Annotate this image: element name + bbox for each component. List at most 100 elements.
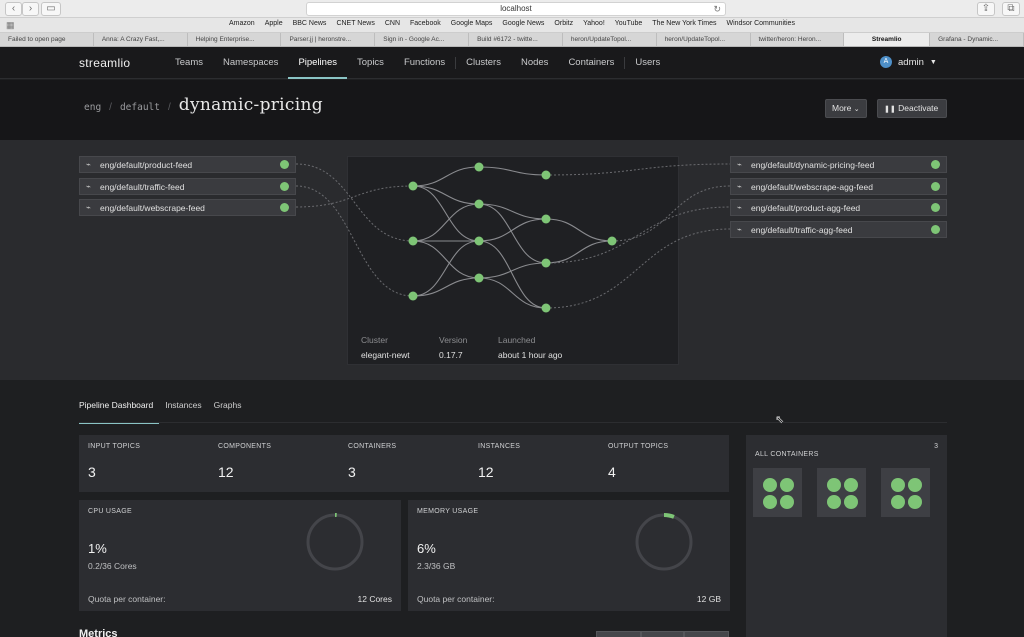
tab-graphs[interactable]: Graphs	[214, 400, 248, 424]
output-edge	[545, 228, 731, 309]
memory-usage-card: MEMORY USAGE 6% 2.3/36 GB Quota per cont…	[408, 500, 730, 611]
graph-edge	[412, 240, 480, 279]
status-dot	[280, 160, 289, 169]
graph-edge	[412, 240, 480, 297]
instance-dot	[780, 478, 794, 492]
graph-edge	[412, 277, 480, 297]
divider	[79, 422, 947, 423]
graph-node[interactable]	[541, 214, 551, 224]
graph-node[interactable]	[408, 181, 418, 191]
metrics-range-button[interactable]	[641, 631, 684, 637]
activity-icon: ⌁	[737, 225, 742, 234]
status-dot	[280, 182, 289, 191]
container-tile[interactable]	[817, 468, 866, 517]
output-edge	[545, 206, 731, 264]
graph-node[interactable]	[541, 170, 551, 180]
stat-value: 3	[88, 464, 96, 480]
tab-pipeline-dashboard[interactable]: Pipeline Dashboard	[79, 400, 160, 424]
status-dot	[931, 160, 940, 169]
graph-node[interactable]	[408, 236, 418, 246]
output-topic[interactable]: ⌁ eng/default/dynamic-pricing-feed	[730, 156, 947, 173]
memory-quota-value: 12 GB	[696, 594, 721, 604]
all-containers-label: ALL CONTAINERS	[755, 451, 819, 458]
memory-usage-gauge	[635, 513, 693, 571]
instance-dot	[908, 478, 922, 492]
input-topic[interactable]: ⌁ eng/default/webscrape-feed	[79, 199, 296, 216]
mouse-cursor-icon: ⇖	[775, 414, 785, 426]
metrics-range-button[interactable]	[684, 631, 729, 637]
input-topic[interactable]: ⌁ eng/default/traffic-feed	[79, 178, 296, 195]
graph-node[interactable]	[474, 162, 484, 172]
gauge-track	[306, 513, 364, 571]
activity-icon: ⌁	[737, 182, 742, 191]
graph-edge	[478, 203, 547, 264]
metrics-range-button[interactable]	[596, 631, 641, 637]
output-topic[interactable]: ⌁ eng/default/traffic-agg-feed	[730, 221, 947, 238]
graph-edge	[545, 218, 613, 242]
graph-node[interactable]	[474, 236, 484, 246]
graph-edge	[478, 166, 547, 176]
input-topic[interactable]: ⌁ eng/default/product-feed	[79, 156, 296, 173]
stat-value: 4	[608, 464, 616, 480]
activity-icon: ⌁	[737, 160, 742, 169]
output-edge	[611, 185, 731, 242]
stat-value: 12	[478, 464, 494, 480]
output-topic[interactable]: ⌁ eng/default/product-agg-feed	[730, 199, 947, 216]
stat-card: INPUT TOPICS 3	[79, 435, 209, 492]
stat-label: INPUT TOPICS	[88, 443, 141, 450]
container-tile[interactable]	[881, 468, 930, 517]
output-edge	[545, 163, 731, 176]
output-topic[interactable]: ⌁ eng/default/webscrape-agg-feed	[730, 178, 947, 195]
cpu-usage-detail: 0.2/36 Cores	[88, 561, 137, 571]
status-dot	[931, 225, 940, 234]
graph-edge	[478, 218, 547, 242]
instance-dot	[908, 495, 922, 509]
input-topic-name: eng/default/traffic-feed	[100, 181, 185, 192]
stat-label: OUTPUT TOPICS	[608, 443, 669, 450]
graph-edge	[478, 277, 547, 309]
stat-card: COMPONENTS 12	[209, 435, 339, 492]
graph-edge	[412, 185, 480, 205]
instance-dot	[763, 478, 777, 492]
graph-edge	[478, 262, 547, 279]
graph-node[interactable]	[474, 273, 484, 283]
graph-node[interactable]	[541, 258, 551, 268]
stat-card: INSTANCES 12	[469, 435, 599, 492]
stat-label: COMPONENTS	[218, 443, 272, 450]
input-topic-name: eng/default/webscrape-feed	[100, 202, 205, 213]
activity-icon: ⌁	[86, 203, 91, 212]
input-edge	[295, 163, 414, 242]
stat-card: OUTPUT TOPICS 4	[599, 435, 729, 492]
status-dot	[280, 203, 289, 212]
status-dot	[931, 203, 940, 212]
cpu-usage-percent: 1%	[88, 541, 107, 556]
tab-instances[interactable]: Instances	[165, 400, 207, 424]
all-containers-card: ALL CONTAINERS 3	[746, 435, 947, 637]
cpu-quota-value: 12 Cores	[357, 594, 393, 604]
graph-node[interactable]	[541, 303, 551, 313]
instance-dot	[844, 478, 858, 492]
gauge-track	[635, 513, 693, 571]
metrics-heading: Metrics	[79, 628, 118, 637]
cpu-usage-card: CPU USAGE 1% 0.2/36 Cores Quota per cont…	[79, 500, 401, 611]
stat-label: INSTANCES	[478, 443, 521, 450]
activity-icon: ⌁	[86, 182, 91, 191]
container-tile[interactable]	[753, 468, 802, 517]
all-containers-count: 3	[934, 443, 938, 450]
input-edge	[295, 185, 414, 208]
activity-icon: ⌁	[737, 203, 742, 212]
instance-dot	[827, 478, 841, 492]
output-topic-name: eng/default/dynamic-pricing-feed	[751, 159, 875, 170]
instance-dot	[780, 495, 794, 509]
output-topic-name: eng/default/traffic-agg-feed	[751, 224, 853, 235]
graph-node[interactable]	[408, 291, 418, 301]
stat-value: 3	[348, 464, 356, 480]
graph-node[interactable]	[474, 199, 484, 209]
stat-value: 12	[218, 464, 234, 480]
graph-edge	[412, 203, 480, 242]
memory-quota-label: Quota per container:	[417, 594, 495, 604]
instance-dot	[891, 495, 905, 509]
instance-dot	[844, 495, 858, 509]
memory-usage-percent: 6%	[417, 541, 436, 556]
graph-node[interactable]	[607, 236, 617, 246]
